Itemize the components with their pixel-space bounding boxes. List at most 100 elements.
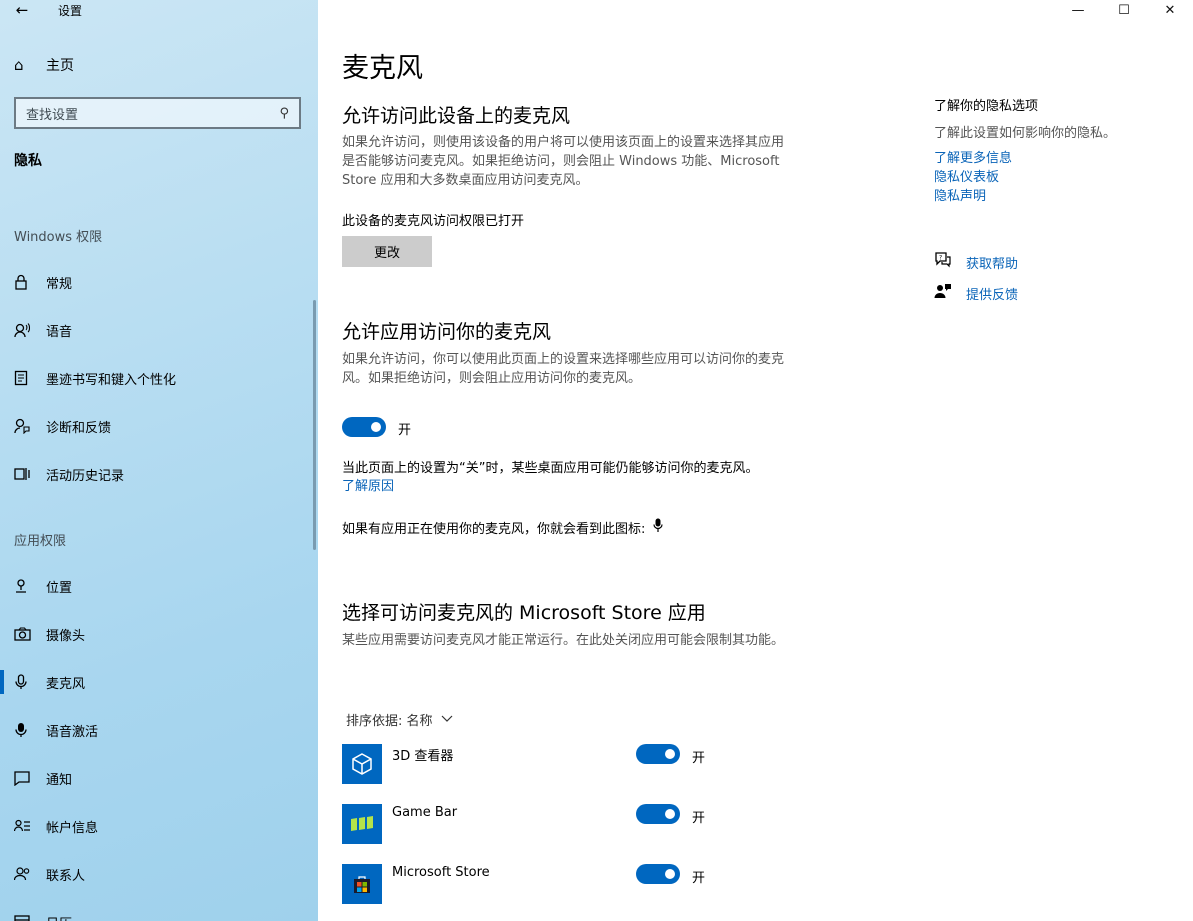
app-toggle-microsoft-store[interactable] (636, 864, 680, 884)
get-help-link[interactable]: ? 获取帮助 (934, 252, 1018, 272)
sidebar-item-microphone[interactable]: 麦克风 (0, 662, 318, 702)
timeline-icon (0, 466, 46, 482)
microphone-icon (0, 674, 46, 690)
feedback-person-icon (0, 418, 46, 434)
title-bar: ← 设置 (0, 0, 82, 20)
location-icon (0, 578, 46, 594)
sidebar-item-voice-activation[interactable]: 语音激活 (0, 710, 318, 750)
app-name: Game Bar (392, 805, 458, 820)
back-button[interactable]: ← (0, 0, 44, 20)
camera-icon (0, 627, 46, 641)
privacy-dashboard-link[interactable]: 隐私仪表板 (934, 166, 999, 185)
app-access-toggle[interactable] (342, 417, 386, 437)
device-section-heading: 允许访问此设备上的麦克风 (342, 105, 571, 127)
device-section-description: 如果允许访问，则使用该设备的用户将可以使用该页面上的设置来选择其应用是否能够访问… (342, 135, 785, 188)
sidebar-item-label: 活动历史记录 (46, 468, 125, 484)
search-placeholder: 查找设置 (26, 107, 79, 123)
notepad-icon (0, 370, 46, 386)
app-toggle-game-bar[interactable] (636, 804, 680, 824)
app-name: Microsoft Store (392, 865, 490, 880)
give-feedback-label: 提供反馈 (966, 287, 1019, 303)
store-section-heading: 选择可访问麦克风的 Microsoft Store 应用 (342, 602, 706, 624)
privacy-options-text: 了解此设置如何影响你的隐私。 (934, 126, 1117, 141)
give-feedback-link[interactable]: 提供反馈 (934, 283, 1018, 303)
sidebar-item-label: 常规 (46, 276, 73, 292)
group-label-apps: 应用权限 (14, 534, 67, 549)
app-toggle-label: 开 (692, 871, 706, 886)
sidebar-item-diagnostics[interactable]: 诊断和反馈 (0, 406, 318, 446)
sidebar-item-label: 位置 (46, 580, 73, 596)
cube-icon (342, 744, 382, 784)
app-toggle-label: 开 (692, 811, 706, 826)
voice-activation-icon (0, 722, 46, 738)
sidebar-item-calendar[interactable]: 日历 (0, 902, 318, 921)
help-chat-icon: ? (934, 252, 966, 272)
sidebar-item-camera[interactable]: 摄像头 (0, 614, 318, 654)
notification-icon (0, 770, 46, 786)
app-access-toggle-label: 开 (398, 423, 412, 438)
sidebar-item-activity[interactable]: 活动历史记录 (0, 454, 318, 494)
feedback-icon (934, 283, 966, 303)
apps-section-heading: 允许应用访问你的麦克风 (342, 321, 552, 343)
page-title: 麦克风 (342, 53, 423, 84)
group-label-windows: Windows 权限 (14, 230, 103, 245)
app-name: 3D 查看器 (392, 749, 454, 764)
search-input[interactable]: 查找设置 ⚲ (14, 97, 301, 129)
search-icon[interactable]: ⚲ (279, 106, 289, 121)
sidebar-item-label: 联系人 (46, 868, 86, 884)
privacy-statement-link[interactable]: 隐私声明 (934, 185, 986, 204)
device-access-status: 此设备的麦克风访问权限已打开 (342, 214, 525, 229)
privacy-options-title: 了解你的隐私选项 (934, 99, 1039, 114)
window-controls: — ☐ ✕ (1055, 0, 1193, 20)
sidebar-item-label: 摄像头 (46, 628, 86, 644)
sidebar-scrollbar[interactable] (313, 300, 316, 550)
change-button[interactable]: 更改 (342, 236, 432, 267)
minimize-button[interactable]: — (1055, 0, 1101, 20)
home-label: 主页 (46, 58, 74, 74)
gamebar-icon (342, 804, 382, 844)
app-toggle-label: 开 (692, 751, 706, 766)
desktop-apps-note: 当此页面上的设置为“关”时，某些桌面应用可能仍能够访问你的麦克风。 (342, 461, 759, 476)
sort-dropdown[interactable]: 排序依据: 名称 (346, 710, 453, 729)
account-info-icon (0, 819, 46, 833)
sidebar-item-contacts[interactable]: 联系人 (0, 854, 318, 894)
sidebar: ← 设置 ⌂ 主页 查找设置 ⚲ 隐私 Windows 权限 常规 语音 墨迹书… (0, 0, 318, 921)
sidebar-item-location[interactable]: 位置 (0, 566, 318, 606)
sidebar-item-label: 墨迹书写和键入个性化 (46, 372, 177, 388)
sort-label: 排序依据: 名称 (346, 714, 433, 729)
sidebar-item-account-info[interactable]: 帐户信息 (0, 806, 318, 846)
sidebar-item-general[interactable]: 常规 (0, 262, 318, 302)
microphone-in-use-icon (653, 518, 663, 537)
sidebar-item-label: 语音 (46, 324, 73, 340)
sidebar-item-notifications[interactable]: 通知 (0, 758, 318, 798)
apps-section-description: 如果允许访问，你可以使用此页面上的设置来选择哪些应用可以访问你的麦克风。如果拒绝… (342, 352, 785, 386)
sidebar-item-inking[interactable]: 墨迹书写和键入个性化 (0, 358, 318, 398)
calendar-icon (0, 914, 46, 921)
learn-why-link[interactable]: 了解原因 (342, 475, 394, 494)
sidebar-item-label: 日历 (46, 913, 72, 921)
sidebar-item-speech[interactable]: 语音 (0, 310, 318, 350)
svg-text:?: ? (939, 255, 942, 262)
sidebar-item-home[interactable]: ⌂ 主页 (14, 55, 74, 75)
store-section-description: 某些应用需要访问麦克风才能正常运行。在此处关闭应用可能会限制其功能。 (342, 633, 785, 648)
learn-more-link[interactable]: 了解更多信息 (934, 147, 1012, 166)
speech-icon (0, 322, 46, 338)
home-icon: ⌂ (14, 56, 24, 74)
maximize-button[interactable]: ☐ (1101, 0, 1147, 20)
close-button[interactable]: ✕ (1147, 0, 1193, 20)
sidebar-item-label: 语音激活 (46, 724, 99, 740)
store-bag-icon (342, 864, 382, 904)
app-toggle-3d-viewer[interactable] (636, 744, 680, 764)
section-title: 隐私 (14, 153, 42, 169)
mic-icon-note: 如果有应用正在使用你的麦克风，你就会看到此图标: (342, 518, 663, 537)
chevron-down-icon (441, 712, 453, 727)
sidebar-item-label: 麦克风 (46, 676, 86, 692)
sidebar-item-label: 诊断和反馈 (46, 420, 112, 436)
get-help-label: 获取帮助 (966, 256, 1019, 272)
sidebar-item-label: 通知 (46, 772, 73, 788)
contacts-icon (0, 867, 46, 881)
lock-icon (0, 274, 46, 290)
app-title: 设置 (58, 3, 83, 18)
mic-icon-note-text: 如果有应用正在使用你的麦克风，你就会看到此图标: (342, 522, 646, 537)
sidebar-item-label: 帐户信息 (46, 820, 99, 836)
